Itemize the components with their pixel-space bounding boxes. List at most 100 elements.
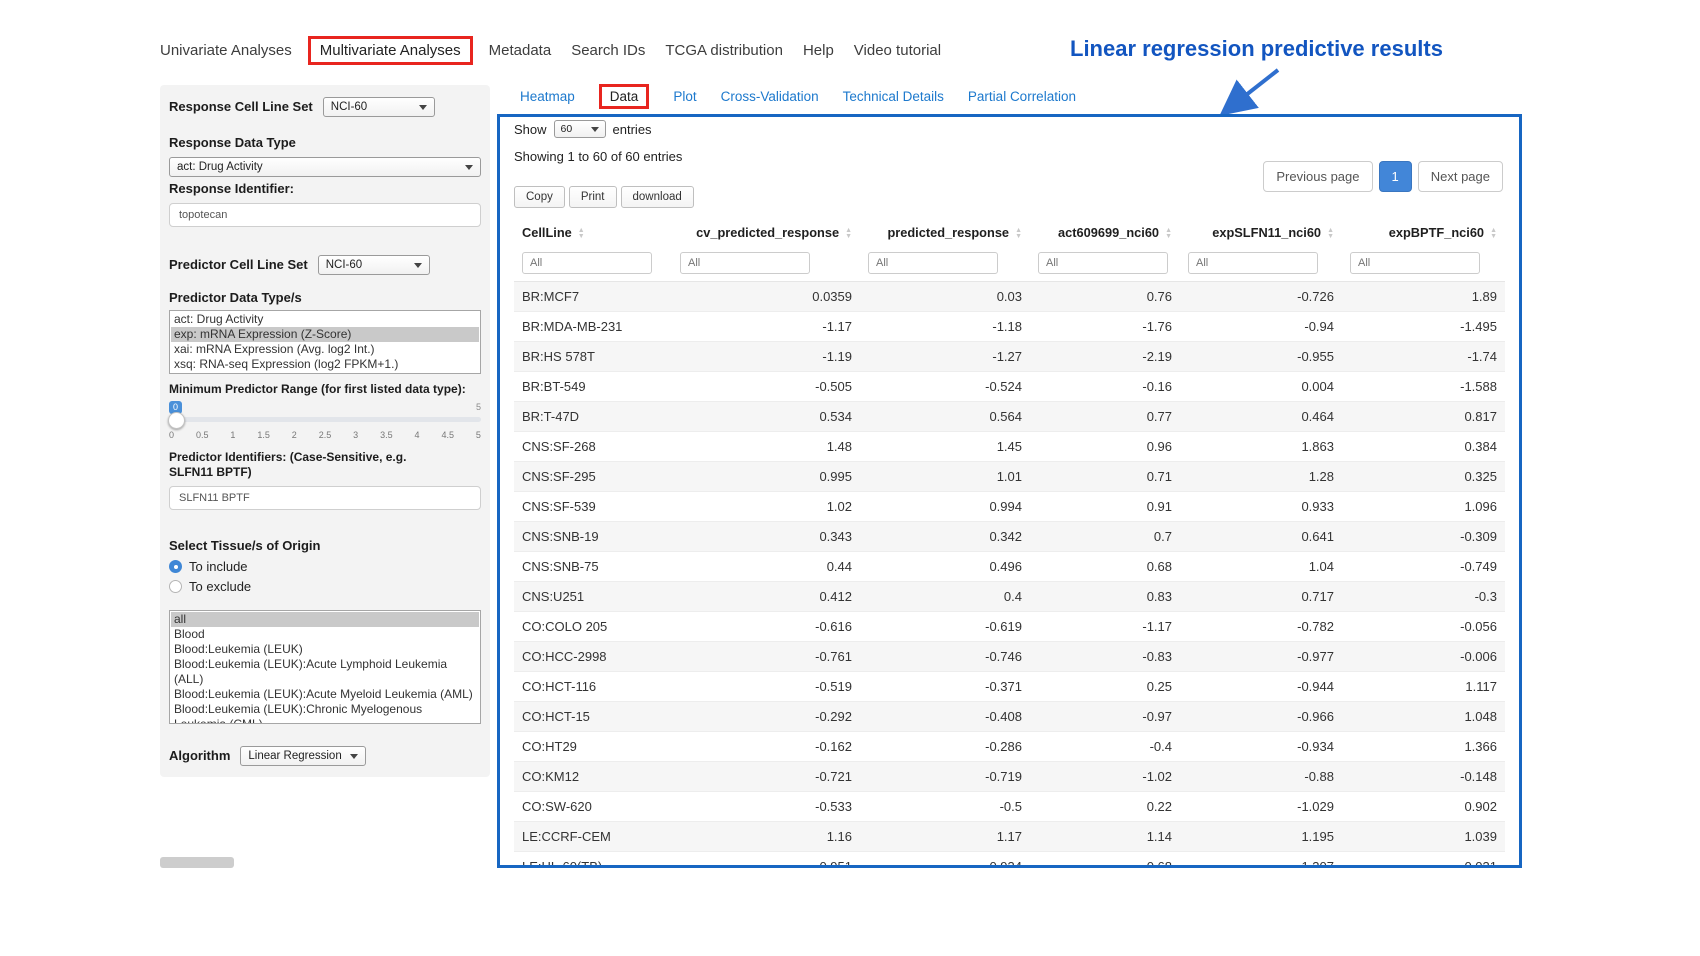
nav-item-metadata[interactable]: Metadata: [479, 37, 562, 64]
predictor-data-type-label: Predictor Data Type/s: [169, 290, 481, 306]
chevron-down-icon: [350, 754, 358, 759]
response-data-type-select[interactable]: act: Drug Activity: [169, 157, 481, 177]
tissue-exclude-radio[interactable]: To exclude: [169, 579, 481, 594]
show-entries-select[interactable]: 60: [554, 120, 606, 138]
chevron-down-icon: [591, 127, 599, 132]
column-filter-input[interactable]: [1038, 252, 1168, 274]
cell: -0.148: [1342, 762, 1505, 792]
cell: -1.17: [672, 312, 860, 342]
column-header-cv-predicted-response[interactable]: cv_predicted_response▲▼: [672, 216, 860, 249]
cell: -0.749: [1342, 552, 1505, 582]
predictor-data-type-option[interactable]: act: Drug Activity: [171, 312, 479, 327]
cell: CO:SW-620: [514, 792, 672, 822]
tab-cross-validation[interactable]: Cross-Validation: [721, 89, 819, 104]
cell: CO:HT29: [514, 732, 672, 762]
tissue-option[interactable]: Blood:Leukemia (LEUK):Acute Myeloid Leuk…: [171, 687, 479, 702]
cell: -0.533: [672, 792, 860, 822]
tab-partial-correlation[interactable]: Partial Correlation: [968, 89, 1076, 104]
predictor-identifiers-input[interactable]: [169, 486, 481, 510]
chevron-down-icon: [419, 105, 427, 110]
cell: LE:HL-60(TB): [514, 852, 672, 869]
column-header-predicted-response[interactable]: predicted_response▲▼: [860, 216, 1030, 249]
column-header-expslfn11-nci60[interactable]: expSLFN11_nci60▲▼: [1180, 216, 1342, 249]
slider-tick-label: 4: [415, 430, 420, 440]
column-header-expbptf-nci60[interactable]: expBPTF_nci60▲▼: [1342, 216, 1505, 249]
tissue-option[interactable]: Blood:Leukemia (LEUK):Chronic Myelogenou…: [171, 702, 479, 724]
sort-icon[interactable]: ▲▼: [578, 228, 585, 240]
cell: 0.817: [1342, 402, 1505, 432]
nav-item-search-ids[interactable]: Search IDs: [561, 37, 655, 64]
column-filter-input[interactable]: [1188, 252, 1318, 274]
predictor-data-type-option[interactable]: xai: mRNA Expression (Avg. log2 Int.): [171, 342, 479, 357]
nav-item-help[interactable]: Help: [793, 37, 844, 64]
nav-item-multivariate-analyses[interactable]: Multivariate Analyses: [308, 36, 473, 65]
tab-heatmap[interactable]: Heatmap: [520, 89, 575, 104]
cell: -1.19: [672, 342, 860, 372]
cell: -0.719: [860, 762, 1030, 792]
column-filter-input[interactable]: [1350, 252, 1480, 274]
predictor-data-type-option[interactable]: xsq: RNA-seq Expression (log2 FPKM+1.): [171, 357, 479, 372]
sort-icon[interactable]: ▲▼: [1490, 228, 1497, 240]
cell: 0.91: [1030, 492, 1180, 522]
pagination: Previous page 1 Next page: [1263, 161, 1503, 192]
next-page-button[interactable]: Next page: [1418, 161, 1503, 192]
table-row: CO:HT29-0.162-0.286-0.4-0.9341.366: [514, 732, 1505, 762]
slider-tick-label: 1.5: [257, 430, 270, 440]
algorithm-select[interactable]: Linear Regression: [240, 746, 365, 766]
tab-technical-details[interactable]: Technical Details: [843, 89, 944, 104]
radio-unselected-icon: [169, 580, 182, 593]
current-page-button[interactable]: 1: [1379, 161, 1412, 192]
column-filter-input[interactable]: [680, 252, 810, 274]
column-header-cellline[interactable]: CellLine▲▼: [514, 216, 672, 249]
nav-item-tcga-distribution[interactable]: TCGA distribution: [655, 37, 793, 64]
results-panel: Show 60 entries Showing 1 to 60 of 60 en…: [497, 114, 1522, 868]
tissue-list[interactable]: allBloodBlood:Leukemia (LEUK)Blood:Leuke…: [169, 610, 481, 724]
cell: -0.977: [1180, 642, 1342, 672]
column-filter-input[interactable]: [522, 252, 652, 274]
cell: 1.195: [1180, 822, 1342, 852]
cell: -0.505: [672, 372, 860, 402]
sort-icon[interactable]: ▲▼: [1165, 228, 1172, 240]
predictor-cell-line-set-row: Predictor Cell Line Set NCI-60: [169, 255, 481, 275]
sort-icon[interactable]: ▲▼: [1015, 228, 1022, 240]
cell: 1.89: [1342, 282, 1505, 312]
tissue-option[interactable]: Blood:Leukemia (LEUK):Acute Lymphoid Leu…: [171, 657, 479, 687]
response-cell-line-set-select[interactable]: NCI-60: [323, 97, 435, 117]
export-button-copy[interactable]: Copy: [514, 186, 565, 208]
predictor-cell-line-set-select[interactable]: NCI-60: [318, 255, 430, 275]
nav-item-univariate-analyses[interactable]: Univariate Analyses: [160, 37, 302, 64]
previous-page-button[interactable]: Previous page: [1263, 161, 1372, 192]
cell: 1.45: [860, 432, 1030, 462]
tab-data[interactable]: Data: [599, 84, 650, 109]
sidebar: Response Cell Line Set NCI-60 Response D…: [160, 85, 490, 777]
tissue-option[interactable]: all: [171, 612, 479, 627]
predictor-data-type-option[interactable]: exp: mRNA Expression (Z-Score): [171, 327, 479, 342]
min-predictor-range-label: Minimum Predictor Range (for first liste…: [169, 382, 481, 397]
data-table: CellLine▲▼cv_predicted_response▲▼predict…: [514, 216, 1505, 868]
table-row: BR:T-47D0.5340.5640.770.4640.817: [514, 402, 1505, 432]
column-header-act609699-nci60[interactable]: act609699_nci60▲▼: [1030, 216, 1180, 249]
sort-icon[interactable]: ▲▼: [845, 228, 852, 240]
tab-plot[interactable]: Plot: [673, 89, 696, 104]
slider-track[interactable]: [169, 417, 481, 422]
cell: 1.04: [1180, 552, 1342, 582]
cell: 0.22: [1030, 792, 1180, 822]
cell: BR:HS 578T: [514, 342, 672, 372]
nav-item-video-tutorial[interactable]: Video tutorial: [844, 37, 951, 64]
predictor-data-type-list[interactable]: act: Drug Activityexp: mRNA Expression (…: [169, 310, 481, 374]
tissue-option[interactable]: Blood: [171, 627, 479, 642]
response-identifier-input[interactable]: [169, 203, 481, 227]
tissue-include-radio[interactable]: To include: [169, 559, 481, 574]
min-predictor-range-slider[interactable]: 0 5 00.511.522.533.544.55: [169, 401, 481, 440]
export-button-download[interactable]: download: [621, 186, 694, 208]
export-button-print[interactable]: Print: [569, 186, 617, 208]
cell: -0.94: [1180, 312, 1342, 342]
cell: 1.17: [860, 822, 1030, 852]
tissue-option[interactable]: Blood:Leukemia (LEUK): [171, 642, 479, 657]
table-row: CO:HCC-2998-0.761-0.746-0.83-0.977-0.006: [514, 642, 1505, 672]
cell: CO:COLO 205: [514, 612, 672, 642]
column-filter-input[interactable]: [868, 252, 998, 274]
table-row: LE:CCRF-CEM1.161.171.141.1951.039: [514, 822, 1505, 852]
sort-icon[interactable]: ▲▼: [1327, 228, 1334, 240]
slider-handle[interactable]: [168, 412, 185, 429]
